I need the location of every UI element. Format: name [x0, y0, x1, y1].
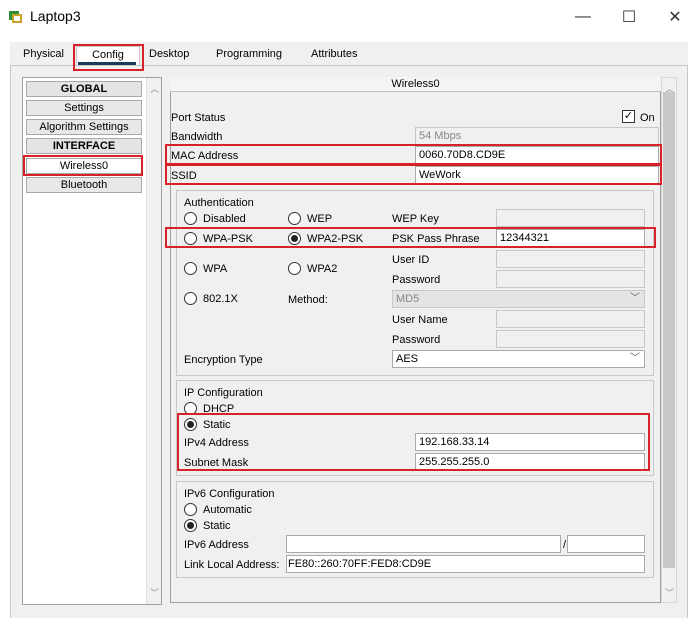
ipv6-address-field[interactable]	[286, 535, 561, 553]
ipv6-static-radio[interactable]	[184, 519, 197, 532]
ssid-highlight	[165, 164, 662, 185]
method-label: Method:	[288, 294, 328, 306]
ipv6-address-label: IPv6 Address	[184, 539, 249, 551]
user-id-label: User ID	[392, 254, 430, 266]
password-label: Password	[392, 274, 441, 286]
nav-item-algorithm-settings[interactable]: Algorithm Settings	[26, 119, 142, 135]
nav-scrollbar[interactable]: ︿ ﹀	[146, 78, 161, 604]
method-value: MD5	[396, 293, 420, 305]
ip-static-highlight	[177, 413, 650, 471]
window-title: Laptop3	[30, 8, 81, 24]
chevron-down-icon: ﹀	[630, 353, 640, 364]
chevron-down-icon: ﹀	[630, 293, 640, 304]
chevron-down-icon[interactable]: ﹀	[662, 586, 677, 599]
ipv6-prefix-slash: /	[563, 539, 567, 551]
maximize-button[interactable]: ☐	[606, 2, 652, 32]
user-id-field	[496, 250, 645, 268]
auth-disabled-radio[interactable]	[184, 212, 197, 225]
chevron-down-icon[interactable]: ﹀	[147, 586, 162, 599]
encryption-type-label: Encryption Type	[184, 354, 263, 366]
port-status-on-label: On	[640, 112, 655, 124]
tab-config-highlight	[73, 44, 144, 71]
auth-wpa2-radio[interactable]	[288, 262, 301, 275]
port-status-checkbox[interactable]: ✓	[622, 110, 635, 123]
port-status-label: Port Status	[171, 112, 226, 124]
nav-item-settings[interactable]: Settings	[26, 100, 142, 116]
bandwidth-field: 54 Mbps	[415, 127, 659, 145]
close-button[interactable]: ✕	[652, 2, 698, 32]
chevron-up-icon[interactable]: ︿	[147, 82, 162, 95]
tab-desktop[interactable]: Desktop	[147, 46, 191, 66]
tab-programming[interactable]: Programming	[214, 46, 284, 66]
auth-wep-label: WEP	[307, 213, 333, 225]
auth-wpa-radio[interactable]	[184, 262, 197, 275]
bandwidth-label: Bandwidth	[171, 131, 223, 143]
password2-label: Password	[392, 334, 441, 346]
password2-field	[496, 330, 645, 348]
auth-wep-radio[interactable]	[288, 212, 301, 225]
panel-scroll-thumb[interactable]	[663, 92, 675, 568]
auth-8021x-radio[interactable]	[184, 292, 197, 305]
password-field	[496, 270, 645, 288]
method-select: MD5 ﹀	[392, 290, 645, 308]
minimize-button[interactable]: —	[560, 2, 606, 32]
auth-wpa2-label: WPA2	[307, 263, 338, 275]
ipv6-automatic-radio[interactable]	[184, 503, 197, 516]
auth-disabled-label: Disabled	[203, 213, 246, 225]
authentication-title: Authentication	[184, 197, 254, 209]
link-local-address-label: Link Local Address:	[184, 559, 280, 571]
nav-header-global: GLOBAL	[26, 81, 142, 97]
tab-attributes[interactable]: Attributes	[309, 46, 359, 66]
encryption-type-select[interactable]: AES ﹀	[392, 350, 645, 368]
psk-row-highlight	[165, 227, 656, 248]
tab-physical[interactable]: Physical	[21, 46, 66, 66]
ipv6-automatic-label: Automatic	[203, 504, 252, 516]
mac-address-highlight	[165, 144, 662, 165]
user-name-field	[496, 310, 645, 328]
ipv6-configuration-title: IPv6 Configuration	[184, 488, 275, 500]
panel-title: Wireless0	[170, 77, 661, 92]
title-bar: Laptop3 — ☐ ✕	[0, 0, 698, 34]
user-name-label: User Name	[392, 314, 448, 326]
nav-wireless0-highlight	[23, 155, 143, 176]
ip-configuration-title: IP Configuration	[184, 387, 263, 399]
ipv6-static-label: Static	[203, 520, 231, 532]
auth-8021x-label: 802.1X	[203, 293, 238, 305]
ipv6-prefix-field[interactable]	[567, 535, 645, 553]
auth-wpa-label: WPA	[203, 263, 228, 275]
link-local-address-field: FE80::260:70FF:FED8:CD9E	[286, 555, 645, 573]
laptop-icon	[9, 11, 22, 23]
nav-item-bluetooth[interactable]: Bluetooth	[26, 177, 142, 193]
encryption-type-value: AES	[396, 353, 419, 365]
nav-header-interface: INTERFACE	[26, 138, 142, 154]
wep-key-field	[496, 209, 645, 227]
wep-key-label: WEP Key	[392, 213, 439, 225]
